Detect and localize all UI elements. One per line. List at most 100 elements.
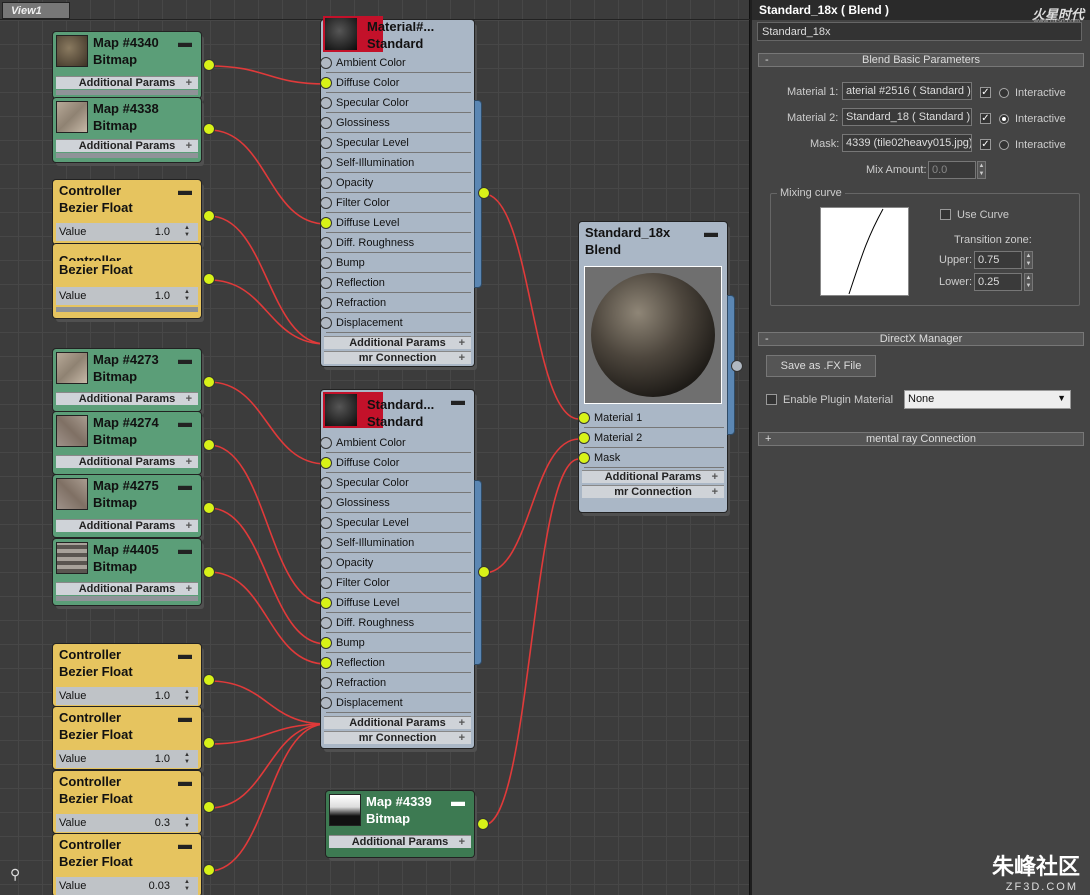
input-slot[interactable]: Displacement [320,694,471,713]
additional-params-bar[interactable]: Additional Params + [56,455,198,468]
input-slot[interactable]: Refraction [320,674,471,693]
input-port[interactable] [320,617,332,629]
input-port[interactable] [320,157,332,169]
input-port[interactable] [320,177,332,189]
node-map-4340[interactable]: Map #4340 Bitmap ▬ Additional Params + [53,32,215,98]
input-port[interactable] [578,452,590,464]
node-map-4338[interactable]: Map #4338 Bitmap Additional Params + [53,98,215,162]
node-map-4274[interactable]: Map #4274 Bitmap ▬ Additional Params + [53,412,215,474]
input-slot[interactable]: Ambient Color [320,54,471,73]
connection-wire[interactable] [483,438,580,574]
node-controller-2[interactable]: Controller Bezier Float Value 1.0 ▲ ▼ [53,244,215,318]
additional-params-bar[interactable]: Additional Params + [324,716,471,729]
rollout-blend-basic[interactable]: - Blend Basic Parameters [758,53,1084,67]
output-port[interactable] [203,502,215,514]
connection-wire[interactable] [483,193,580,420]
input-port[interactable] [320,697,332,709]
additional-params-bar[interactable]: Additional Params + [329,835,471,848]
node-map-4275[interactable]: Map #4275 Bitmap ▬ Additional Params + [53,475,215,537]
input-port[interactable] [320,437,332,449]
additional-params-bar[interactable]: Additional Params + [582,470,724,483]
output-port[interactable] [477,818,489,830]
input-port[interactable] [578,432,590,444]
mask-button[interactable]: 4339 (tile02heavy015.jpg) [842,134,972,152]
connection-wire[interactable] [208,65,327,85]
value-field[interactable]: Value 1.0 ▲ ▼ [56,223,198,241]
plugin-select[interactable]: None ▼ [904,390,1071,409]
input-slot[interactable]: Diff. Roughness [320,614,471,633]
additional-params-bar[interactable]: Additional Params + [56,76,198,89]
input-port[interactable] [578,412,590,424]
input-port[interactable] [320,217,332,229]
node-map-4273[interactable]: Map #4273 Bitmap ▬ Additional Params + [53,349,215,411]
input-port[interactable] [320,477,332,489]
material-name-field[interactable]: Standard_18x [757,22,1082,41]
input-slot[interactable]: Ambient Color [320,434,471,453]
mask-interactive-radio[interactable] [999,140,1009,150]
input-port[interactable] [320,677,332,689]
additional-params-bar[interactable]: Additional Params + [324,336,471,349]
input-port[interactable] [320,497,332,509]
material-2-output-port[interactable] [478,566,490,578]
additional-params-bar[interactable]: Additional Params + [56,519,198,532]
spinner-icon[interactable]: ▲ ▼ [184,816,192,830]
input-slot[interactable]: Specular Color [320,94,471,113]
mr-connection-bar[interactable]: mr Connection + [324,351,471,364]
collapse-icon[interactable]: ▬ [178,709,192,726]
value-field[interactable]: Value 1.0 ▲ ▼ [56,750,198,768]
input-slot[interactable]: Glossiness [320,114,471,133]
input-slot[interactable]: Filter Color [320,194,471,213]
input-slot[interactable]: Bump [320,254,471,273]
output-port[interactable] [203,674,215,686]
input-slot[interactable]: Mask [578,449,724,468]
node-controller-1[interactable]: Controller Bezier Float ▬ Value 1.0 ▲ ▼ [53,180,215,244]
output-port[interactable] [203,273,215,285]
input-port[interactable] [320,597,332,609]
input-slot[interactable]: Opacity [320,554,471,573]
input-slot[interactable]: Diffuse Color [320,74,471,93]
enable-plugin-checkbox[interactable] [766,394,777,405]
material1-interactive-radio[interactable] [999,88,1009,98]
input-port[interactable] [320,557,332,569]
input-port[interactable] [320,577,332,589]
node-map-4339[interactable]: Map #4339 Bitmap ▬ Additional Params + [326,791,489,857]
additional-params-bar[interactable]: Additional Params + [56,582,198,595]
input-slot[interactable]: Filter Color [320,574,471,593]
output-port[interactable] [203,439,215,451]
input-port[interactable] [320,197,332,209]
input-slot[interactable]: Specular Level [320,134,471,153]
collapse-icon[interactable]: ▬ [178,182,192,199]
output-port[interactable] [203,210,215,222]
blend-output-port[interactable] [731,360,743,372]
connection-wire[interactable] [208,571,327,665]
collapse-icon[interactable]: ▬ [451,392,465,409]
spinner-icon[interactable]: ▲ ▼ [184,289,192,303]
material2-interactive-radio[interactable] [999,114,1009,124]
input-port[interactable] [320,77,332,89]
input-slot[interactable]: Refraction [320,294,471,313]
input-port[interactable] [320,457,332,469]
input-port[interactable] [320,97,332,109]
node-view[interactable]: View1 Map #4340 Bitmap ▬ Additional Params… [0,0,750,895]
output-port[interactable] [203,123,215,135]
input-slot[interactable]: Glossiness [320,494,471,513]
value-field[interactable]: Value 0.3 ▲ ▼ [56,814,198,832]
input-slot[interactable]: Diffuse Color [320,454,471,473]
input-slot[interactable]: Displacement [320,314,471,333]
node-material-2[interactable]: Standard... Standard ▬ Ambient Color Diffus… [320,390,474,748]
connection-wire[interactable] [208,279,327,345]
connection-wire[interactable] [208,129,327,225]
material-1-output-port[interactable] [478,187,490,199]
node-blend[interactable]: Standard_18x Blend ▬ Material 1 Material 2 M… [578,222,727,512]
collapse-icon[interactable]: ▬ [178,414,192,431]
output-port[interactable] [203,801,215,813]
collapse-icon[interactable]: ▬ [178,34,192,51]
output-port[interactable] [203,376,215,388]
input-slot[interactable]: Reflection [320,654,471,673]
connection-wire[interactable] [208,444,327,605]
collapse-icon[interactable]: ▬ [178,773,192,790]
input-port[interactable] [320,517,332,529]
use-curve-checkbox[interactable] [940,209,951,220]
node-controller-3[interactable]: Controller Bezier Float ▬ Value 1.0 ▲ ▼ [53,644,215,706]
mr-connection-bar[interactable]: mr Connection + [582,485,724,498]
